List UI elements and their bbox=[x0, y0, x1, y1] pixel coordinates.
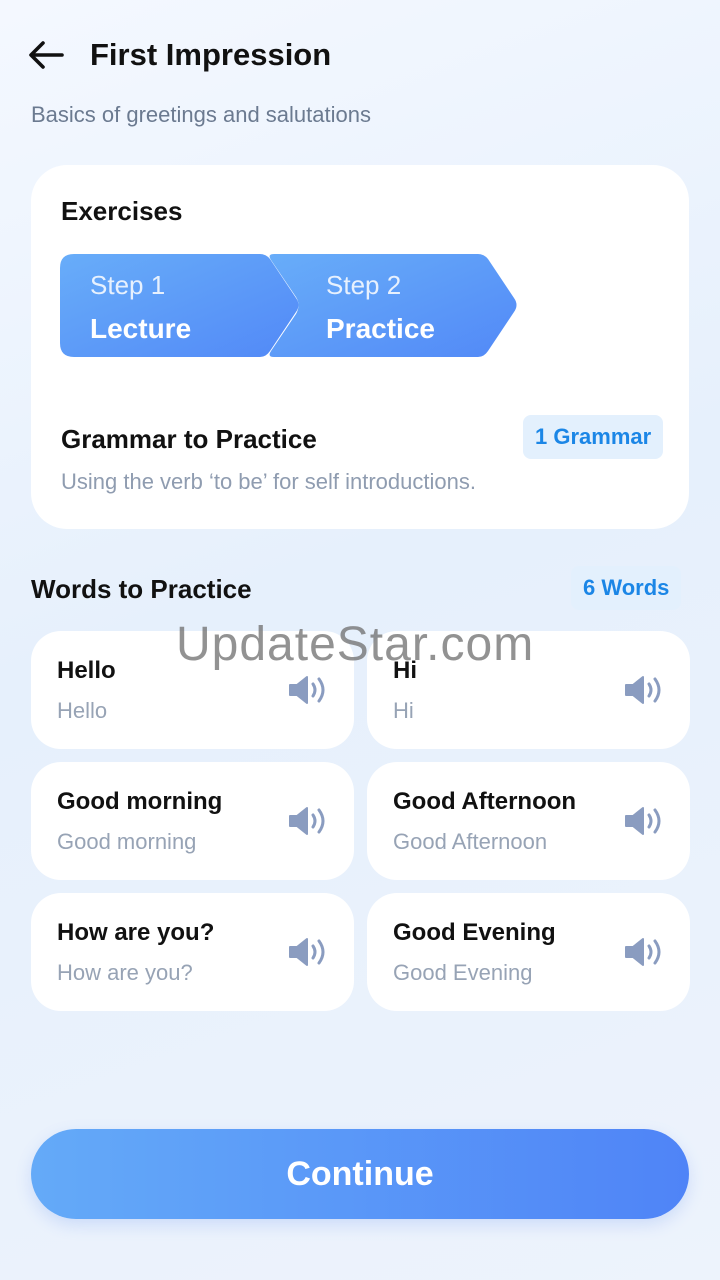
speaker-icon[interactable] bbox=[624, 936, 664, 968]
grammar-title: Grammar to Practice bbox=[61, 424, 317, 454]
speaker-icon[interactable] bbox=[624, 674, 664, 706]
step-2-name: Practice bbox=[326, 313, 435, 344]
step-1[interactable]: Step 1 Lecture bbox=[90, 270, 191, 345]
word-card[interactable]: Good Afternoon Good Afternoon bbox=[367, 762, 690, 880]
word-text: Good morning bbox=[57, 788, 223, 815]
words-count-badge: 6 Words bbox=[571, 566, 682, 610]
grammar-count-badge: 1 Grammar bbox=[523, 415, 664, 459]
word-card[interactable]: How are you? How are you? bbox=[31, 893, 354, 1011]
word-card[interactable]: Hello Hello bbox=[31, 631, 354, 749]
word-translation: Good Afternoon bbox=[393, 829, 548, 854]
word-text: Hi bbox=[393, 657, 417, 684]
speaker-icon[interactable] bbox=[288, 936, 328, 968]
word-card[interactable]: Good morning Good morning bbox=[31, 762, 354, 880]
speaker-icon[interactable] bbox=[624, 805, 664, 837]
word-translation: How are you? bbox=[57, 960, 193, 985]
word-text: Good Afternoon bbox=[393, 788, 577, 815]
speaker-icon[interactable] bbox=[288, 805, 328, 837]
exercises-title: Exercises bbox=[61, 196, 183, 226]
step-2-number: Step 2 bbox=[326, 270, 402, 300]
speaker-icon[interactable] bbox=[288, 674, 328, 706]
word-card[interactable]: Good Evening Good Evening bbox=[367, 893, 690, 1011]
step-2[interactable]: Step 2 Practice bbox=[326, 270, 435, 345]
exercises-card: Exercises Step 1 Lecture Step 2 Practice… bbox=[31, 165, 689, 529]
header: First Impression bbox=[28, 30, 331, 80]
page-title: First Impression bbox=[90, 37, 332, 72]
word-translation: Hello bbox=[57, 698, 108, 723]
arrow-left-icon bbox=[29, 41, 64, 69]
step-1-number: Step 1 bbox=[90, 270, 166, 300]
words-title: Words to Practice bbox=[31, 574, 252, 604]
word-text: Hello bbox=[57, 657, 116, 684]
step-1-name: Lecture bbox=[90, 313, 192, 344]
word-translation: Hi bbox=[393, 698, 414, 723]
grammar-description: Using the verb ‘to be’ for self introduc… bbox=[61, 469, 476, 494]
word-card[interactable]: Hi Hi bbox=[367, 631, 690, 749]
word-translation: Good morning bbox=[57, 829, 197, 854]
continue-button[interactable]: Continue bbox=[31, 1129, 689, 1219]
steps-progress: Step 1 Lecture Step 2 Practice bbox=[60, 254, 520, 357]
word-text: Good Evening bbox=[393, 919, 556, 946]
word-text: How are you? bbox=[57, 919, 215, 946]
page-subtitle: Basics of greetings and salutations bbox=[31, 102, 371, 127]
back-button[interactable] bbox=[28, 30, 68, 80]
word-translation: Good Evening bbox=[393, 960, 533, 985]
